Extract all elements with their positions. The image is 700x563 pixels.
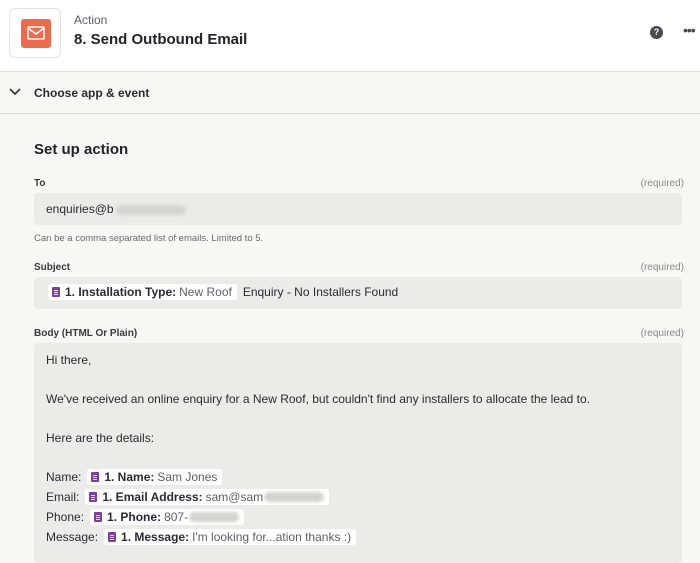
google-forms-icon: [52, 287, 60, 297]
body-intro: We've received an online enquiry for a N…: [46, 392, 591, 406]
more-options-icon[interactable]: •••: [683, 22, 696, 38]
google-forms-icon: [94, 512, 103, 522]
email-mapped-field-pill[interactable]: 1. Email Address: sam@sam: [85, 489, 330, 505]
name-prefix: Name:: [46, 470, 82, 484]
pill-field-label: 1. Installation Type:: [65, 285, 177, 299]
redacted-text: [264, 492, 325, 502]
body-details-heading: Here are the details:: [46, 431, 155, 445]
google-forms-icon: [91, 472, 100, 482]
step-title[interactable]: 8. Send Outbound Email: [74, 31, 247, 48]
subject-mapped-field-pill[interactable]: 1. Installation Type: New Roof: [48, 284, 237, 300]
pill-field-value: sam@sam: [205, 490, 264, 504]
body-field-label: Body (HTML Or Plain): [34, 328, 138, 339]
body-phone-row: Phone: 1. Phone: 807-: [46, 509, 246, 525]
pill-field-value: New Roof: [179, 285, 232, 299]
redacted-text: [115, 204, 186, 215]
subject-suffix-text: Enquiry - No Installers Found: [242, 285, 399, 299]
step-header: Action 8. Send Outbound Email ? •••: [0, 0, 700, 72]
pill-field-label: 1. Phone:: [107, 510, 162, 524]
subject-field-label: Subject: [34, 262, 71, 273]
name-mapped-field-pill[interactable]: 1. Name: Sam Jones: [87, 469, 223, 485]
subject-field-content: 1. Installation Type: New Roof Enquiry -…: [46, 284, 398, 300]
message-mapped-field-pill[interactable]: 1. Message: I'm looking for...ation than…: [104, 529, 357, 545]
body-email-row: Email: 1. Email Address: sam@sam: [46, 489, 331, 505]
to-field-text: enquiries@b: [46, 202, 114, 216]
email-envelope-icon: [21, 19, 51, 48]
body-message-row: Message: 1. Message: I'm looking for...a…: [46, 529, 358, 545]
google-forms-icon: [89, 492, 98, 502]
body-greeting: Hi there,: [46, 353, 92, 367]
app-icon[interactable]: [9, 8, 61, 58]
pill-field-value: Sam Jones: [157, 470, 218, 484]
help-icon[interactable]: ?: [650, 26, 663, 39]
to-helper-text: Can be a comma separated list of emails.…: [34, 233, 264, 244]
pill-field-label: 1. Name:: [104, 470, 155, 484]
to-field[interactable]: enquiries@b: [34, 193, 682, 225]
to-required-label: (required): [640, 178, 684, 189]
pill-field-label: 1. Message:: [121, 530, 190, 544]
to-field-value: enquiries@b: [46, 202, 186, 216]
body-field[interactable]: Hi there, We've received an online enqui…: [34, 343, 682, 563]
step-kicker: Action: [74, 13, 108, 27]
phone-prefix: Phone:: [46, 510, 85, 524]
google-forms-icon: [108, 532, 117, 542]
subject-required-label: (required): [640, 262, 684, 273]
body-name-row: Name: 1. Name: Sam Jones: [46, 469, 224, 485]
to-field-label: To: [34, 178, 46, 189]
message-prefix: Message:: [46, 530, 99, 544]
chevron-down-icon: [9, 88, 21, 96]
phone-mapped-field-pill[interactable]: 1. Phone: 807-: [90, 509, 245, 525]
pill-field-value: 807-: [164, 510, 189, 524]
choose-app-event-section[interactable]: Choose app & event: [0, 72, 700, 114]
setup-action-title: Set up action: [34, 141, 129, 158]
redacted-text: [189, 512, 240, 522]
subject-field[interactable]: 1. Installation Type: New Roof Enquiry -…: [34, 277, 682, 309]
body-required-label: (required): [640, 328, 684, 339]
pill-field-value: I'm looking for...ation thanks :): [192, 530, 352, 544]
pill-field-label: 1. Email Address:: [102, 490, 203, 504]
choose-app-event-label: Choose app & event: [34, 86, 150, 100]
email-prefix: Email:: [46, 490, 80, 504]
